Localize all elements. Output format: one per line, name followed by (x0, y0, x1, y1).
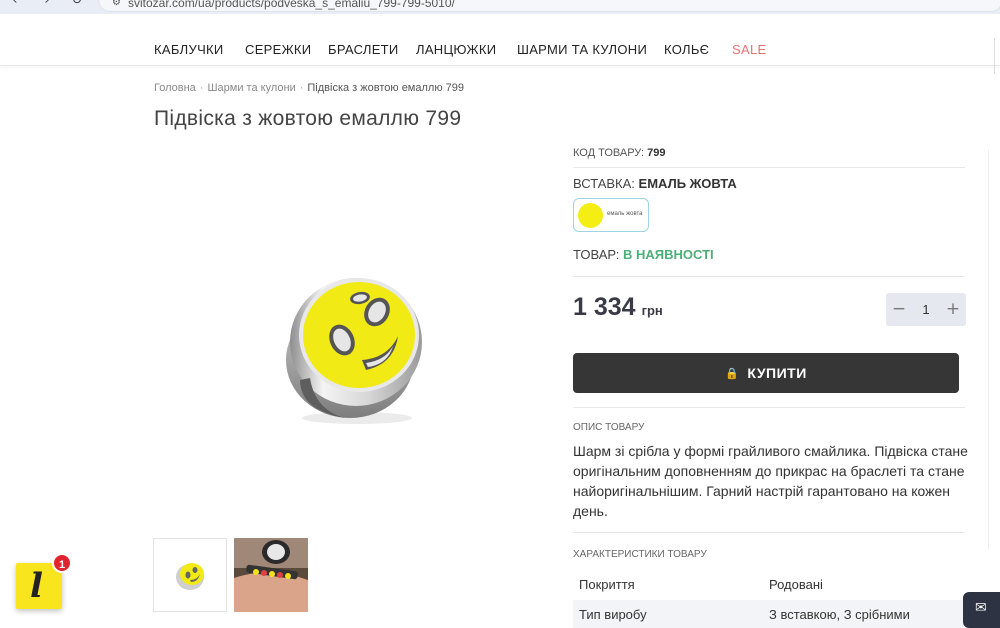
menu-item-chains[interactable]: ЛАНЦЮЖКИ (416, 42, 496, 57)
breadcrumb: Головна · Шарми та кулони · Підвіска з жовто… (154, 82, 464, 94)
price-currency: грн (641, 303, 663, 318)
stock-value: В НАЯВНОСТІ (623, 247, 714, 262)
menu-item-bracelets[interactable]: БРАСЛЕТИ (328, 42, 399, 57)
quantity-input[interactable] (912, 293, 940, 326)
menu-item-charms[interactable]: ШАРМИ ТА КУЛОНИ (517, 42, 647, 57)
spec-row: Тип виробу З вставкою, З срібними (573, 600, 965, 628)
chat-icon: ✉ (975, 600, 987, 616)
widget-logo-icon: l (30, 566, 43, 606)
reload-icon[interactable]: ↻ (70, 0, 84, 8)
stock-label: ТОВАР: (573, 247, 620, 262)
spec-key: Покриття (579, 577, 635, 592)
buy-button-label: КУПИТИ (747, 365, 807, 381)
breadcrumb-separator: · (299, 82, 304, 94)
insert-swatch-button[interactable]: емаль жовта (573, 198, 649, 232)
side-panel-edge (988, 150, 1000, 550)
buy-button[interactable]: 🔒 КУПИТИ (573, 353, 959, 393)
spec-value: Родовані (769, 577, 823, 592)
product-price: 1 334 грн (573, 293, 663, 322)
specs-heading: ХАРАКТЕРИСТИКИ ТОВАРУ (573, 549, 707, 560)
menu-item-necklaces[interactable]: КОЛЬЄ (664, 42, 709, 57)
menu-item-earrings[interactable]: СЕРЕЖКИ (245, 42, 311, 57)
product-code-label: КОД ТОВАРУ: (573, 147, 645, 159)
quantity-increase-button[interactable]: + (940, 293, 966, 326)
divider (573, 167, 965, 168)
menu-item-sale[interactable]: SALE (732, 42, 766, 57)
divider (573, 532, 965, 533)
nav-edge (994, 38, 1000, 74)
spec-key: Тип виробу (579, 607, 647, 622)
main-menu: КАБЛУЧКИ СЕРЕЖКИ БРАСЛЕТИ ЛАНЦЮЖКИ ШАРМИ… (0, 14, 1000, 74)
swatch-color (578, 203, 603, 228)
divider (573, 276, 965, 277)
back-icon[interactable]: ‹ (8, 0, 22, 8)
spec-row: Покриття Родовані (573, 570, 965, 598)
product-main-image[interactable] (270, 260, 440, 430)
insert-label: ВСТАВКА: (573, 176, 635, 191)
swatch-label: емаль жовта (607, 211, 643, 217)
divider (573, 407, 965, 408)
quantity-decrease-button[interactable]: − (886, 293, 912, 326)
product-thumbnail-1[interactable] (153, 538, 227, 612)
url-text[interactable]: svitozar.com/ua/products/podveska_s_emal… (128, 0, 455, 10)
breadcrumb-current: Підвіска з жовтою емаллю 799 (307, 82, 464, 94)
insert-value: ЕМАЛЬ ЖОВТА (638, 176, 737, 191)
product-description: Шарм зі срібла у формі грайливого смайли… (573, 443, 968, 519)
stock-status: ТОВАР: В НАЯВНОСТІ (573, 247, 714, 262)
menu-item-rings[interactable]: КАБЛУЧКИ (154, 42, 224, 57)
description-heading: ОПИС ТОВАРУ (573, 422, 645, 433)
page-title: Підвіска з жовтою емаллю 799 (154, 107, 462, 130)
product-code: КОД ТОВАРУ: 799 (573, 147, 666, 159)
quantity-stepper: − + (886, 293, 966, 326)
spec-value: З вставкою, З срібними (769, 607, 910, 622)
chat-button[interactable]: ✉ (963, 592, 1000, 628)
product-code-value: 799 (647, 147, 666, 159)
notification-badge: 1 (52, 553, 72, 573)
browser-toolbar: ‹ › ↻ ⚙ svitozar.com/ua/products/podvesk… (0, 0, 1000, 14)
price-value: 1 334 (573, 293, 636, 321)
site-info-icon[interactable]: ⚙ (112, 0, 121, 8)
forward-icon[interactable]: › (40, 0, 54, 8)
product-thumbnail-2[interactable] (234, 538, 308, 612)
breadcrumb-home[interactable]: Головна (154, 82, 196, 94)
breadcrumb-category[interactable]: Шарми та кулони (207, 82, 295, 94)
insert-info: ВСТАВКА: ЕМАЛЬ ЖОВТА (573, 176, 737, 191)
breadcrumb-separator: · (199, 82, 204, 94)
bag-icon: 🔒 (725, 367, 740, 380)
